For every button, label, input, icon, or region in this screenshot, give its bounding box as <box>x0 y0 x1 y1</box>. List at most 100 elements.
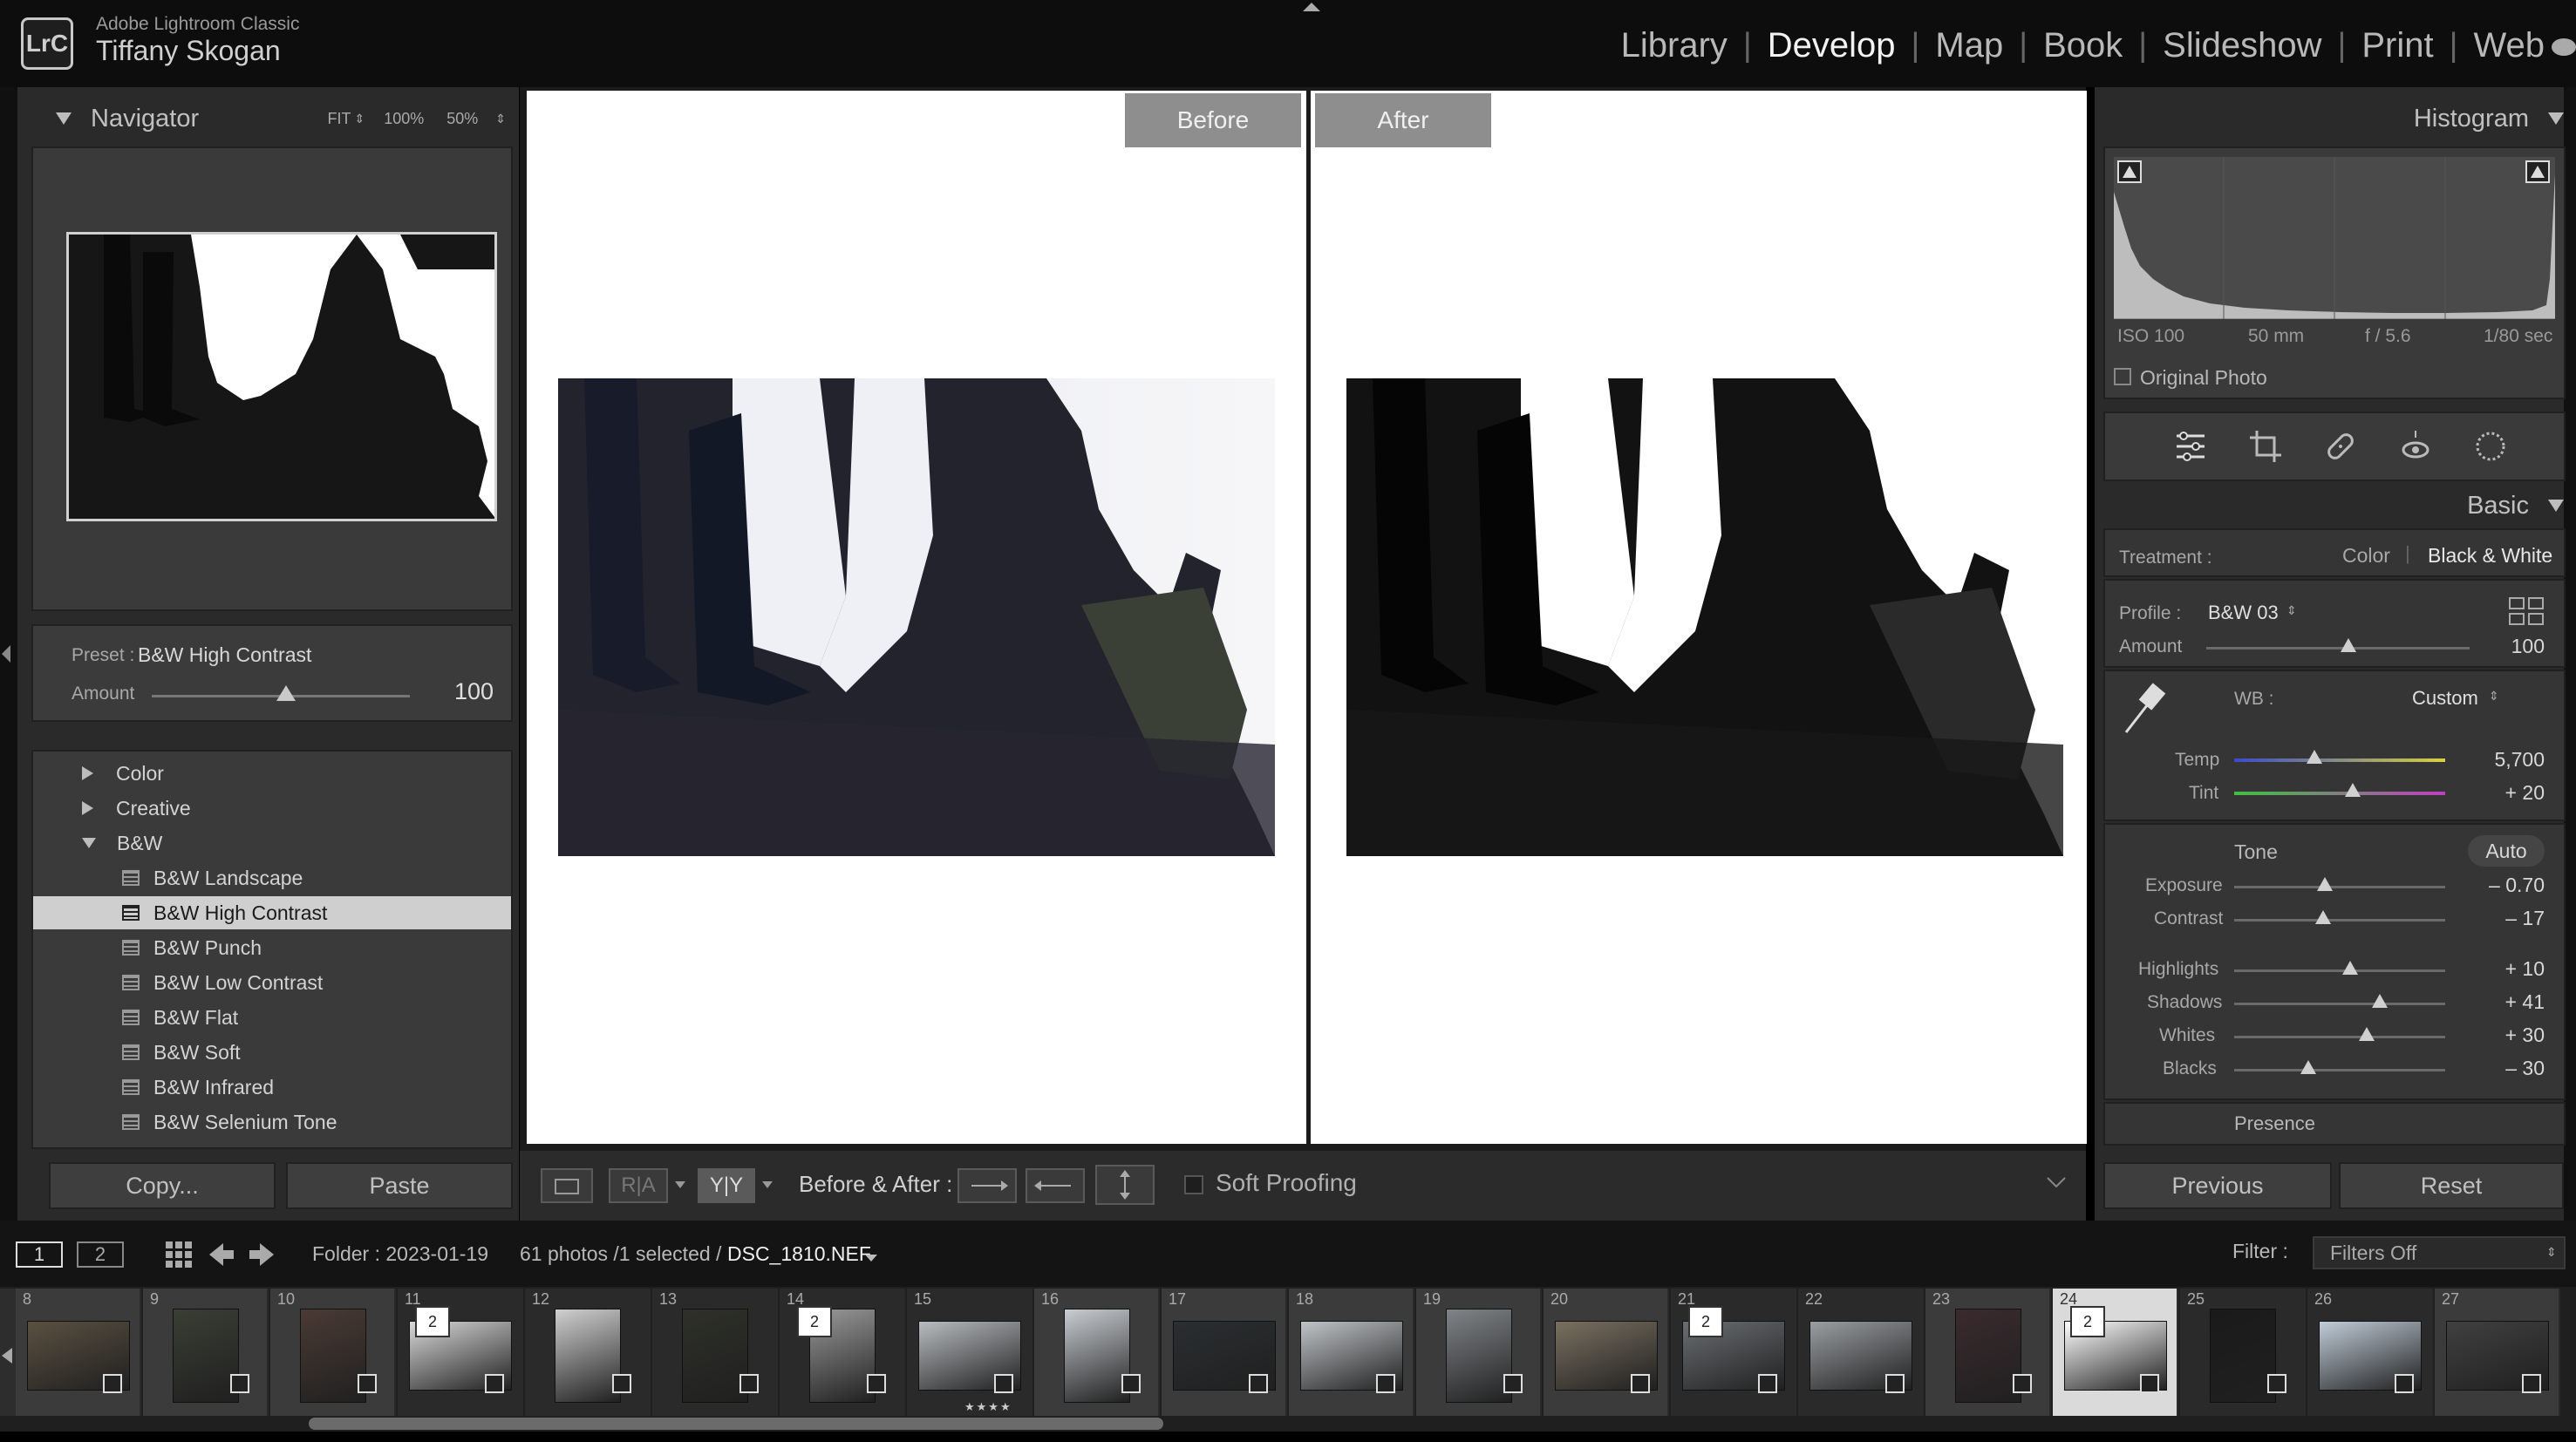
module-library[interactable]: Library <box>1621 26 1728 65</box>
before-after-view-button[interactable]: Y|Y <box>698 1168 755 1203</box>
highlights-slider-track[interactable] <box>2234 969 2445 972</box>
preset-item[interactable]: B&W Punch <box>33 931 511 964</box>
filmstrip-thumbnail[interactable]: 18 <box>1289 1289 1414 1416</box>
after-photo[interactable] <box>1346 378 2063 856</box>
filmstrip-thumbnail[interactable]: 17 <box>1162 1289 1287 1416</box>
module-develop[interactable]: Develop <box>1768 26 1896 65</box>
filter-stepper-icon[interactable]: ⇕ <box>2546 1245 2557 1260</box>
contrast-slider-track[interactable] <box>2234 919 2445 922</box>
filmstrip-thumbnail[interactable]: 9 <box>143 1289 269 1416</box>
treatment-bw-option[interactable]: Black & White <box>2428 544 2552 568</box>
profile-amount-slider-track[interactable] <box>2206 647 2470 650</box>
profile-amount-value[interactable]: 100 <box>2475 635 2545 658</box>
tint-value[interactable]: + 20 <box>2475 781 2545 805</box>
filmstrip-thumbnail[interactable]: 16 <box>1034 1289 1160 1416</box>
previous-button[interactable]: Previous <box>2103 1162 2332 1209</box>
main-window-button[interactable]: 1 <box>16 1241 63 1268</box>
healing-icon[interactable] <box>2321 427 2360 466</box>
thumbnail-image[interactable] <box>682 1309 748 1403</box>
filmstrip-thumbnail[interactable]: 26 <box>2307 1289 2433 1416</box>
profile-stepper-icon[interactable]: ⇕ <box>2286 603 2297 618</box>
filmstrip-thumbnail[interactable]: 15 <box>907 1289 1032 1416</box>
filmstrip-thumbnail[interactable]: 10 <box>270 1289 396 1416</box>
zoom-stepper-icon[interactable]: ⇕ <box>495 112 506 126</box>
histogram-header[interactable]: Histogram <box>2103 87 2566 150</box>
preset-amount-value[interactable]: 100 <box>436 678 494 705</box>
wb-eyedropper-icon[interactable] <box>2119 680 2168 744</box>
navigator-thumbnail[interactable] <box>66 232 497 521</box>
soft-proofing-checkbox[interactable] <box>1184 1175 1203 1194</box>
filmstrip-thumbnail[interactable]: 14 2 <box>780 1289 905 1416</box>
cloud-sync-icon[interactable] <box>2545 35 2576 56</box>
secondary-window-button[interactable]: 2 <box>77 1241 124 1268</box>
reference-view-button[interactable]: R|A <box>609 1168 668 1203</box>
preset-item[interactable]: B&W Infrared <box>33 1071 511 1104</box>
original-photo-label[interactable]: Original Photo <box>2140 366 2267 390</box>
temp-slider-track[interactable] <box>2234 758 2445 762</box>
reset-button[interactable]: Reset <box>2339 1162 2564 1209</box>
blacks-slider-knob[interactable] <box>2300 1060 2316 1074</box>
exposure-slider-track[interactable] <box>2234 886 2445 888</box>
preset-item[interactable]: B&W Low Contrast <box>33 966 511 999</box>
temp-slider-knob[interactable] <box>2306 750 2322 764</box>
treatment-color-option[interactable]: Color <box>2342 544 2390 568</box>
contrast-value[interactable]: – 17 <box>2475 907 2545 930</box>
module-book[interactable]: Book <box>2043 26 2123 65</box>
preset-amount-slider-knob[interactable] <box>276 685 296 701</box>
module-web[interactable]: Web <box>2473 26 2545 65</box>
blacks-slider-track[interactable] <box>2234 1069 2445 1071</box>
stack-count-badge[interactable]: 2 <box>2070 1306 2105 1337</box>
module-print[interactable]: Print <box>2361 26 2433 65</box>
filmstrip-thumbnail[interactable]: 21 2 <box>1671 1289 1796 1416</box>
preset-item[interactable]: B&W Soft <box>33 1036 511 1069</box>
thumbnail-image[interactable] <box>300 1309 366 1403</box>
panel-toggle-top-icon[interactable] <box>1299 0 1324 11</box>
preset-group-bw[interactable]: B&W <box>82 826 560 860</box>
module-slideshow[interactable]: Slideshow <box>2163 26 2321 65</box>
red-eye-icon[interactable] <box>2396 427 2435 466</box>
filmstrip-thumbnail[interactable]: 27 <box>2435 1289 2560 1416</box>
swap-before-after-button[interactable] <box>1095 1165 1155 1205</box>
reference-view-dropdown-icon[interactable] <box>675 1179 685 1194</box>
filmstrip-thumbnail[interactable]: 24 2 <box>2053 1289 2178 1416</box>
shadows-slider-track[interactable] <box>2234 1003 2445 1005</box>
filmstrip-thumbnail[interactable]: 12 <box>525 1289 651 1416</box>
thumbnail-image[interactable] <box>173 1309 239 1403</box>
filmstrip-thumbnail[interactable]: 25 <box>2180 1289 2306 1416</box>
loupe-view-button[interactable] <box>541 1168 593 1203</box>
exposure-value[interactable]: – 0.70 <box>2475 874 2545 897</box>
original-photo-checkbox[interactable] <box>2114 368 2131 385</box>
thumbnail-image[interactable] <box>555 1309 621 1403</box>
filmstrip-thumbnail[interactable]: 8 <box>16 1289 141 1416</box>
auto-tone-button[interactable]: Auto <box>2468 835 2545 867</box>
paste-button[interactable]: Paste <box>286 1162 513 1209</box>
shadow-clipping-indicator-icon[interactable] <box>2117 160 2142 183</box>
toolbar-menu-chevron-icon[interactable] <box>2046 1175 2067 1194</box>
navigator-header[interactable]: Navigator FIT ⇕ 100% 50% ⇕ <box>31 87 513 150</box>
whites-slider-track[interactable] <box>2234 1036 2445 1038</box>
before-after-dropdown-icon[interactable] <box>762 1179 773 1194</box>
forward-arrow-icon[interactable] <box>249 1243 274 1270</box>
masking-icon[interactable] <box>2471 427 2510 466</box>
zoom-50-option[interactable]: 50% <box>446 110 478 128</box>
preset-item[interactable]: B&W Landscape <box>33 861 511 894</box>
preset-item-selected[interactable]: B&W High Contrast <box>33 896 511 929</box>
temp-value[interactable]: 5,700 <box>2475 748 2545 772</box>
tint-slider-track[interactable] <box>2234 792 2445 795</box>
whites-slider-knob[interactable] <box>2359 1027 2375 1041</box>
selected-filename[interactable]: DSC_1810.NEF <box>727 1242 871 1266</box>
basic-panel-header[interactable]: Basic <box>2103 485 2566 527</box>
filmstrip-thumbnail[interactable]: 13 <box>652 1289 778 1416</box>
thumbnail-image[interactable] <box>2210 1309 2276 1403</box>
grid-view-icon[interactable] <box>166 1241 192 1272</box>
preset-item[interactable]: B&W Selenium Tone <box>33 1105 511 1139</box>
stack-count-badge[interactable]: 2 <box>1688 1306 1723 1337</box>
stack-count-badge[interactable]: 2 <box>797 1306 832 1337</box>
copy-after-to-before-button[interactable] <box>1026 1168 1085 1203</box>
filmstrip-thumbnail[interactable]: 23 <box>1925 1289 2051 1416</box>
stack-count-badge[interactable]: 2 <box>415 1306 450 1337</box>
zoom-100-option[interactable]: 100% <box>384 110 424 128</box>
back-arrow-icon[interactable] <box>209 1243 234 1270</box>
before-photo[interactable] <box>558 378 1275 856</box>
thumbnail-image[interactable] <box>1955 1309 2021 1403</box>
